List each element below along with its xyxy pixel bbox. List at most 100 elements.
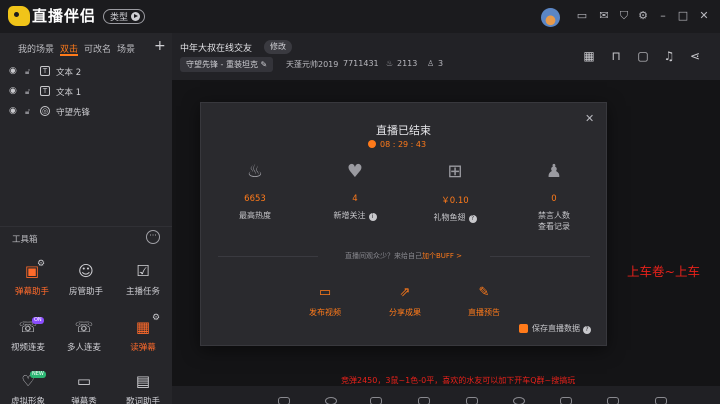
stat-label: 礼物鱼翅 <box>433 213 466 222</box>
divider <box>0 226 172 227</box>
tool-video-link[interactable]: ☏ 视频连麦 <box>0 318 56 366</box>
tab-scene[interactable]: 场景 <box>117 42 135 55</box>
bottom-tool-icon[interactable] <box>418 397 430 404</box>
tool-multi-link[interactable]: ☏ 多人连麦 <box>56 318 112 366</box>
lock-icon[interactable]: 🔓︎ <box>25 67 30 77</box>
source-item[interactable]: ◉ 🔓︎ T 文本 2 <box>0 64 172 82</box>
stat-value: 0 <box>551 194 557 204</box>
add-scene-button[interactable]: + <box>154 38 166 54</box>
skin-icon[interactable]: ⛉ <box>618 10 630 22</box>
stat-label: 最高热度 <box>239 211 271 220</box>
clock-icon <box>368 140 376 148</box>
tool-danmaku-show[interactable]: ▭ 弹幕秀 <box>56 372 112 404</box>
share-results-button[interactable]: ⇗ 分享成果 <box>375 286 435 318</box>
maximize-icon[interactable]: □ <box>677 10 689 22</box>
action-label: 直播预告 <box>468 308 500 317</box>
logo-icon <box>8 6 30 26</box>
screen-icon[interactable]: ▭ <box>576 10 588 22</box>
dialog-title: 直播已结束 <box>376 124 431 137</box>
info-icon[interactable]: i <box>368 213 377 221</box>
pencil-icon: ✎ <box>260 60 268 69</box>
gear-icon[interactable]: ⚙ <box>37 259 45 269</box>
buff-link[interactable]: 加个BUFF > <box>422 252 462 260</box>
room-id: 7711431 <box>343 59 379 68</box>
stream-notice-button[interactable]: ✎ 直播预告 <box>454 286 514 318</box>
lock-icon[interactable]: 🔓︎ <box>25 87 30 97</box>
tool-label: 房管助手 <box>68 287 103 297</box>
settings-icon[interactable]: ⚙ <box>637 10 649 22</box>
tab-my-scene[interactable]: 我的场景 <box>18 42 54 55</box>
tool-lyrics-assistant[interactable]: ▤ 歌词助手 <box>115 372 171 404</box>
more-icon[interactable]: ··· <box>146 230 160 244</box>
unlock-icon[interactable]: ⊓ <box>609 49 623 63</box>
share-icon[interactable]: ⋖ <box>688 49 702 63</box>
task-icon: ☑ <box>136 262 150 280</box>
bottom-tool-icon[interactable] <box>325 397 337 404</box>
tool-label: 多人连麦 <box>66 343 101 353</box>
gear-icon[interactable]: ⚙ <box>152 313 160 323</box>
publish-video-button[interactable]: ▭ 发布视频 <box>295 286 355 318</box>
source-item[interactable]: ◉ 🔓︎ T 文本 1 <box>0 84 172 102</box>
mute-user-icon: ♟ <box>545 161 563 182</box>
tool-label: 弹幕助手 <box>14 287 49 297</box>
heart-plus-icon: ♥ <box>346 161 364 182</box>
tool-danmaku-assistant[interactable]: ▣ 弹幕助手 <box>4 262 60 310</box>
gift-icon: ⊞ <box>447 161 463 182</box>
logo-eye <box>14 12 19 17</box>
stat-gift-fins: ⊞ ￥0.10 礼物鱼翅? <box>415 160 495 223</box>
stat-label-row: 新增关注 i <box>315 210 395 221</box>
app-window: 直播伴侣 类型 ▭ ✉ ⛉ ⚙ – □ ✕ 我的场景 双击 可改名 场景 + ◉… <box>0 0 720 404</box>
tool-virtual-avatar[interactable]: ♡ 虚拟形象 <box>0 372 56 404</box>
tool-label: 虚拟形象 <box>10 397 45 404</box>
active-tab-indicator <box>60 54 78 56</box>
bottom-toolbar <box>172 386 720 404</box>
text-source-icon: T <box>40 86 50 96</box>
game-capture-icon: ◎ <box>40 106 50 116</box>
bottom-tool-icon[interactable] <box>466 397 478 404</box>
save-data-checkbox[interactable] <box>519 324 528 333</box>
tool-label: 读弹幕 <box>130 343 156 353</box>
bottom-tool-icon[interactable] <box>655 397 667 404</box>
view-records-link[interactable]: 查看记录 <box>514 221 594 232</box>
bottom-tool-icon[interactable] <box>278 397 290 404</box>
minimize-icon[interactable]: – <box>657 10 669 22</box>
video-icon: ▭ <box>318 285 332 300</box>
stat-label-row: 礼物鱼翅? <box>415 212 495 223</box>
tool-read-danmaku[interactable]: ▦ 读弹幕 <box>115 318 171 366</box>
user-avatar[interactable] <box>541 8 560 27</box>
bell-icon[interactable]: ♫ <box>662 49 676 63</box>
tool-label: 主播任务 <box>125 287 160 297</box>
message-icon[interactable]: ✉ <box>598 10 610 22</box>
info-icon[interactable]: ? <box>468 215 477 223</box>
close-icon[interactable]: ✕ <box>698 10 710 22</box>
viewer-count: 3 <box>438 59 444 68</box>
info-icon[interactable]: ? <box>583 326 591 334</box>
eye-icon[interactable]: ◉ <box>9 86 17 96</box>
tool-label: 视频连麦 <box>10 343 45 353</box>
save-data-text: 保存直播数据 <box>532 324 580 333</box>
tab-renamable[interactable]: 可改名 <box>84 42 111 55</box>
bottom-tool-icon[interactable] <box>370 397 382 404</box>
overlay-text: 上车卷~上车 <box>627 264 700 279</box>
duration: 08 : 29 : 43 <box>368 140 426 149</box>
bottom-tool-icon[interactable] <box>607 397 619 404</box>
lock-icon[interactable]: 🔓︎ <box>25 107 30 117</box>
eye-icon[interactable]: ◉ <box>9 106 17 116</box>
category-chip[interactable]: 守望先锋 - 重装坦克 ✎ <box>180 57 274 72</box>
multi-link-icon: ☏ <box>74 318 94 336</box>
bottom-tool-icon[interactable] <box>513 397 525 404</box>
layout-icon[interactable]: ▢ <box>636 49 650 63</box>
viewer-icon: ♙ <box>427 59 435 68</box>
type-button[interactable]: 类型 <box>103 9 146 24</box>
eye-icon[interactable]: ◉ <box>9 66 17 76</box>
tool-streamer-task[interactable]: ☑ 主播任务 <box>115 262 171 310</box>
tool-room-admin[interactable]: ☺ 房管助手 <box>58 262 114 310</box>
stat-muted-users: ♟ 0 禁言人数 查看记录 <box>514 160 594 232</box>
ticker-text: 竞弹2450，3鼠~1色-0平，喜欢的水友可以加下开车Q群~搜搞玩 <box>341 376 576 385</box>
edit-title-button[interactable]: 修改 <box>264 40 292 54</box>
bottom-tool-icon[interactable] <box>560 397 572 404</box>
source-item[interactable]: ◉ 🔓︎ ◎ 守望先锋 <box>0 104 172 122</box>
category-label: 守望先锋 - 重装坦克 <box>186 60 258 69</box>
calendar-icon[interactable]: ▦ <box>582 49 596 63</box>
toolbox-title: 工具箱 <box>12 235 38 245</box>
